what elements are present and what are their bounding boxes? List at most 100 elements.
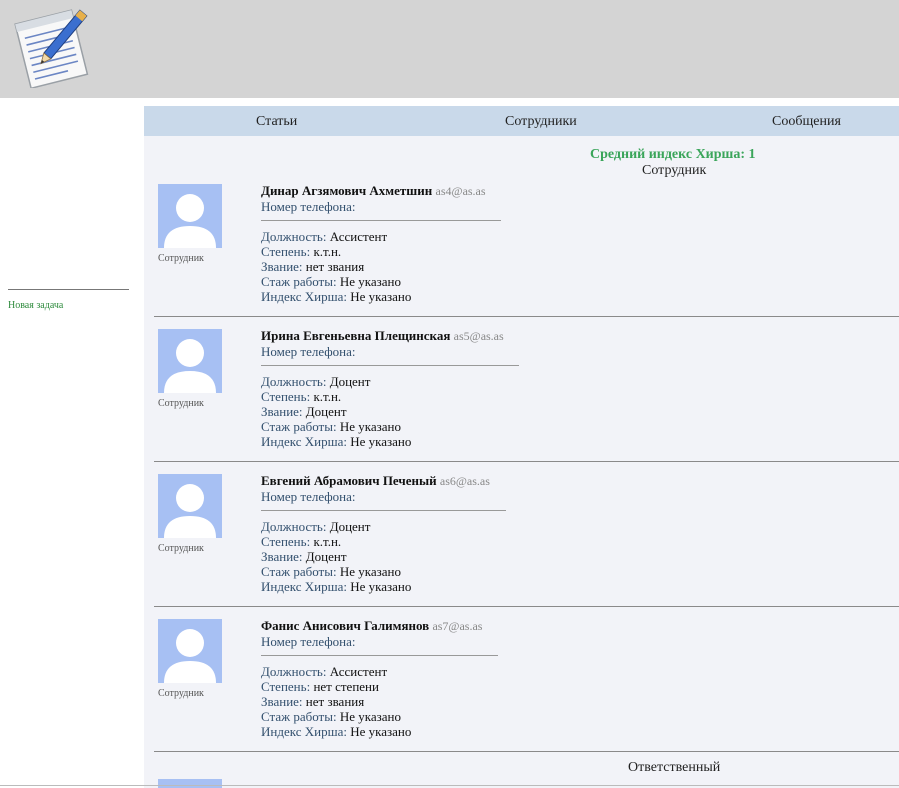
position-label: Должность: xyxy=(261,229,327,244)
user-placeholder-icon xyxy=(158,184,222,248)
employee-card: Сотрудник Ирина Евгеньевна Плещинская as… xyxy=(154,328,899,473)
phone-line: Номер телефона: xyxy=(261,489,881,504)
experience-label: Стаж работы: xyxy=(261,274,337,289)
card-separator xyxy=(154,461,899,462)
tab-messages[interactable]: Сообщения xyxy=(772,114,841,130)
experience-label: Стаж работы: xyxy=(261,709,337,724)
employee-email[interactable]: as5@as.as xyxy=(454,329,504,343)
phone-line: Номер телефона: xyxy=(261,634,881,649)
tab-staff[interactable]: Сотрудники xyxy=(505,114,577,130)
experience-value: Не указано xyxy=(339,564,402,579)
degree-label: Степень: xyxy=(261,534,311,549)
hirsch-line: Индекс Хирша: Не указано xyxy=(261,289,881,304)
hirsch-label: Индекс Хирша: xyxy=(261,289,347,304)
user-placeholder-icon xyxy=(158,329,222,393)
position-label: Должность: xyxy=(261,374,327,389)
experience-value: Не указано xyxy=(339,274,402,289)
hirsch-value: Не указано xyxy=(350,289,412,304)
tab-articles[interactable]: Статьи xyxy=(256,114,297,130)
header xyxy=(0,0,899,98)
avatar-caption: Сотрудник xyxy=(158,398,204,409)
phone-label: Номер телефона: xyxy=(261,489,356,504)
top-nav: Статьи Сотрудники Сообщения xyxy=(144,106,899,136)
phone-label: Номер телефона: xyxy=(261,344,356,359)
position-line: Должность: Доцент xyxy=(261,519,881,534)
experience-line: Стаж работы: Не указано xyxy=(261,709,881,724)
phone-line: Номер телефона: xyxy=(261,344,881,359)
degree-line: Степень: нет степени xyxy=(261,679,881,694)
employee-card: Сотрудник Динар Агзямович Ахметшин as4@a… xyxy=(154,183,899,328)
card-separator xyxy=(154,316,899,317)
hirsch-line: Индекс Хирша: Не указано xyxy=(261,579,881,594)
main-content: Статьи Сотрудники Сообщения Средний инде… xyxy=(144,106,899,788)
degree-line: Степень: к.т.н. xyxy=(261,244,881,259)
employee-info: Фанис Анисович Галимянов as7@as.as Номер… xyxy=(261,618,881,739)
employee-name[interactable]: Динар Агзямович Ахметшин xyxy=(261,183,432,198)
avatar-caption: Сотрудник xyxy=(158,543,204,554)
experience-line: Стаж работы: Не указано xyxy=(261,564,881,579)
sidebar-divider xyxy=(8,289,129,290)
card-separator xyxy=(154,751,899,752)
phone-line: Номер телефона: xyxy=(261,199,881,214)
position-label: Должность: xyxy=(261,519,327,534)
hirsch-line: Индекс Хирша: Не указано xyxy=(261,434,881,449)
employee-name-line: Фанис Анисович Галимянов as7@as.as xyxy=(261,618,881,634)
degree-label: Степень: xyxy=(261,244,311,259)
degree-value: нет степени xyxy=(313,679,379,694)
section-title-employee: Сотрудник xyxy=(642,163,707,178)
rank-line: Звание: нет звания xyxy=(261,259,881,274)
experience-line: Стаж работы: Не указано xyxy=(261,419,881,434)
new-task-link[interactable]: Новая задача xyxy=(8,300,63,311)
experience-value: Не указано xyxy=(339,709,402,724)
avatar-caption: Сотрудник xyxy=(158,253,204,264)
user-placeholder-icon xyxy=(158,779,222,788)
degree-line: Степень: к.т.н. xyxy=(261,389,881,404)
employee-name[interactable]: Ирина Евгеньевна Плещинская xyxy=(261,328,450,343)
rank-label: Звание: xyxy=(261,549,303,564)
position-value: Доцент xyxy=(329,374,371,389)
sidebar: Новая задача xyxy=(0,98,140,788)
rank-value: нет звания xyxy=(305,694,365,709)
card-separator xyxy=(154,606,899,607)
section-title-responsible: Ответственный xyxy=(628,760,721,775)
employee-name[interactable]: Фанис Анисович Галимянов xyxy=(261,618,429,633)
employee-name[interactable]: Евгений Абрамович Печеный xyxy=(261,473,437,488)
card-divider xyxy=(261,365,519,366)
position-line: Должность: Ассистент xyxy=(261,229,881,244)
rank-value: нет звания xyxy=(305,259,365,274)
user-placeholder-icon xyxy=(158,474,222,538)
card-divider xyxy=(261,510,506,511)
employee-card: Сотрудник Евгений Абрамович Печеный as6@… xyxy=(154,473,899,618)
employee-card: Сотрудник Фанис Анисович Галимянов as7@a… xyxy=(154,618,899,763)
notepad-pen-icon[interactable] xyxy=(12,4,92,90)
position-label: Должность: xyxy=(261,664,327,679)
employee-name-line: Динар Агзямович Ахметшин as4@as.as xyxy=(261,183,881,199)
employee-email[interactable]: as7@as.as xyxy=(432,619,482,633)
employee-email[interactable]: as4@as.as xyxy=(436,184,486,198)
rank-label: Звание: xyxy=(261,404,303,419)
page-bottom-border xyxy=(0,785,899,786)
position-value: Ассистент xyxy=(329,664,388,679)
hirsch-line: Индекс Хирша: Не указано xyxy=(261,724,881,739)
rank-line: Звание: Доцент xyxy=(261,549,881,564)
degree-label: Степень: xyxy=(261,389,311,404)
rank-value: Доцент xyxy=(305,549,347,564)
experience-label: Стаж работы: xyxy=(261,419,337,434)
avatar-caption: Сотрудник xyxy=(158,688,204,699)
user-placeholder-icon xyxy=(158,619,222,683)
position-line: Должность: Доцент xyxy=(261,374,881,389)
employee-info: Ирина Евгеньевна Плещинская as5@as.as Но… xyxy=(261,328,881,449)
rank-label: Звание: xyxy=(261,259,303,274)
phone-label: Номер телефона: xyxy=(261,199,356,214)
experience-value: Не указано xyxy=(339,419,402,434)
rank-value: Доцент xyxy=(305,404,347,419)
rank-line: Звание: Доцент xyxy=(261,404,881,419)
degree-value: к.т.н. xyxy=(313,534,342,549)
employee-email[interactable]: as6@as.as xyxy=(440,474,490,488)
card-divider xyxy=(261,655,498,656)
hirsch-value: Не указано xyxy=(350,579,412,594)
employee-info: Динар Агзямович Ахметшин as4@as.as Номер… xyxy=(261,183,881,304)
position-line: Должность: Ассистент xyxy=(261,664,881,679)
employee-name-line: Ирина Евгеньевна Плещинская as5@as.as xyxy=(261,328,881,344)
hirsch-label: Индекс Хирша: xyxy=(261,579,347,594)
